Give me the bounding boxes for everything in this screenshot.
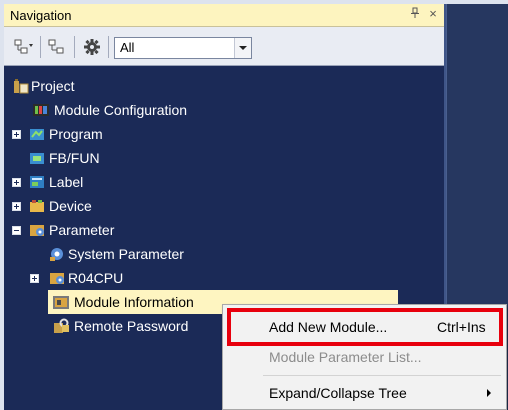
menu-item-label: Module Parameter List... [269, 349, 422, 365]
toolbar-separator [74, 36, 75, 58]
tree-item-label: Parameter [49, 222, 115, 238]
tree-item-label: System Parameter [68, 246, 184, 262]
expand-tree-icon[interactable] [46, 36, 70, 58]
filter-dropdown[interactable]: All [114, 37, 252, 59]
menu-item-module-parameter-list[interactable]: Module Parameter List... [223, 343, 506, 371]
collapse-tree-icon[interactable] [12, 36, 36, 58]
tree-item-label: Label [49, 174, 84, 190]
system-parameter-icon [48, 245, 66, 263]
menu-item-shortcut: Ctrl+Ins [437, 319, 486, 335]
tree-item-cpu[interactable]: R04CPU [4, 266, 444, 290]
collapse-minus-icon[interactable] [12, 226, 21, 235]
remote-password-icon [52, 317, 70, 335]
program-icon [28, 125, 46, 143]
fb-fun-icon [28, 149, 46, 167]
tree-item-label: Project [31, 78, 75, 94]
tree-item-label: R04CPU [68, 270, 124, 286]
label-icon [28, 173, 46, 191]
project-icon [12, 77, 30, 95]
menu-item-add-new-module[interactable]: Add New Module... Ctrl+Ins [223, 313, 506, 341]
tree-item-label: FB/FUN [49, 150, 100, 166]
pin-icon[interactable] [408, 7, 422, 21]
tree-item-label: Module Configuration [54, 102, 188, 118]
tree-item-system-parameter[interactable]: System Parameter [4, 242, 444, 266]
chevron-down-icon[interactable] [234, 38, 251, 58]
menu-item-label: Add New Module... [269, 319, 388, 335]
menu-item-label: Expand/Collapse Tree [269, 385, 407, 401]
tree-item-device[interactable]: Device [4, 194, 444, 218]
menu-item-expand-collapse-tree[interactable]: Expand/Collapse Tree [223, 379, 506, 407]
tree-item-label: Program [49, 126, 103, 142]
device-icon [28, 197, 46, 215]
expand-plus-icon[interactable] [12, 130, 21, 139]
expand-plus-icon[interactable] [12, 202, 21, 211]
parameter-icon [28, 221, 46, 239]
toolbar-separator [108, 36, 109, 58]
tree-item-program[interactable]: Program [4, 122, 444, 146]
tree-item-fb-fun[interactable]: FB/FUN [4, 146, 444, 170]
tree-item-project[interactable]: Project [4, 74, 444, 98]
close-icon[interactable]: × [426, 7, 440, 21]
tree-item-label: Device [49, 198, 92, 214]
tree-item-label: Module Information [74, 294, 194, 310]
tree-item-label-node[interactable]: Label [4, 170, 444, 194]
tree-item-parameter[interactable]: Parameter [4, 218, 444, 242]
toolbar-separator [40, 36, 41, 58]
settings-gear-icon[interactable] [80, 36, 104, 58]
context-menu: Add New Module... Ctrl+Ins Module Parame… [222, 304, 507, 410]
panel-title: Navigation [10, 8, 72, 23]
module-information-icon [52, 293, 70, 311]
expand-plus-icon[interactable] [30, 274, 39, 283]
expand-plus-icon[interactable] [12, 178, 21, 187]
cpu-parameter-icon [48, 269, 66, 287]
module-configuration-icon [32, 101, 50, 119]
menu-separator [263, 375, 501, 376]
filter-dropdown-value: All [120, 40, 135, 55]
tree-item-module-configuration[interactable]: Module Configuration [4, 98, 444, 122]
navigation-toolbar: All [4, 27, 444, 66]
submenu-arrow-icon [487, 389, 491, 397]
tree-item-label: Remote Password [74, 318, 189, 334]
panel-title-bar[interactable]: Navigation × [4, 4, 444, 27]
